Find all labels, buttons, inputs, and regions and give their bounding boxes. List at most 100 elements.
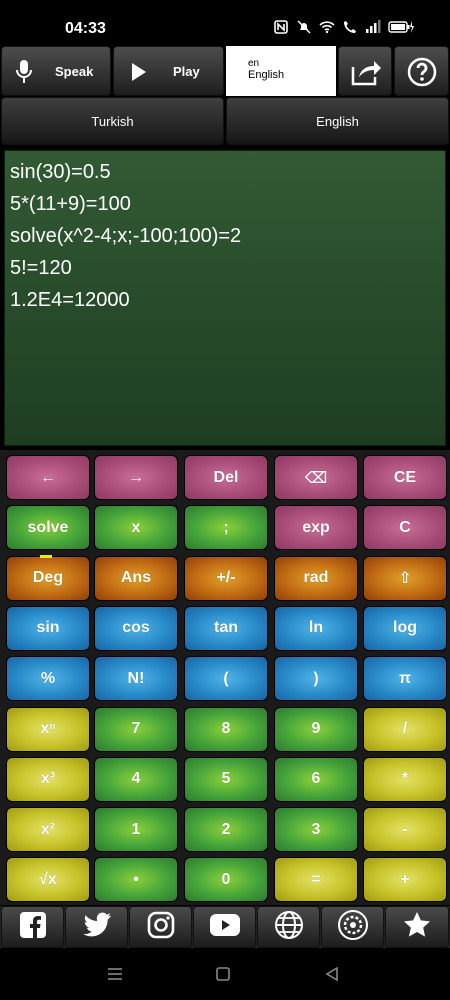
- key-1-3[interactable]: exp: [274, 505, 358, 551]
- key-6-1[interactable]: 4: [94, 756, 178, 802]
- language-selector[interactable]: en English: [226, 46, 336, 96]
- display-line: solve(x^2-4;x;-100;100)=2: [10, 225, 242, 247]
- key-4-4[interactable]: π: [363, 656, 447, 702]
- key-7-4[interactable]: -: [363, 807, 447, 853]
- key-3-3[interactable]: ln: [274, 605, 358, 651]
- key-7-0[interactable]: x²: [6, 807, 90, 853]
- help-button[interactable]: [394, 46, 449, 96]
- display-line: sin(30)=0.5: [10, 161, 111, 183]
- key-6-4[interactable]: *: [363, 756, 447, 802]
- keypad: ← → Del ⌫ CE solve x; exp C Deg Ans +/- rad ⇧ sin cos ta…: [0, 450, 450, 905]
- settings-button[interactable]: [321, 906, 384, 948]
- key-1-4[interactable]: C: [363, 505, 447, 551]
- key-3-1[interactable]: cos: [94, 605, 178, 651]
- top-toolbar: Speak Play en English: [0, 46, 450, 96]
- key-7-3[interactable]: 3: [274, 807, 358, 853]
- key-0-3[interactable]: ⌫: [274, 455, 358, 500]
- recent-apps-icon[interactable]: [105, 964, 125, 984]
- nfc-icon: [273, 20, 289, 34]
- key-2-1[interactable]: Ans: [94, 555, 178, 601]
- instagram-icon: [147, 911, 175, 944]
- play-button[interactable]: Play: [113, 46, 224, 96]
- key-2-3[interactable]: rad: [274, 555, 358, 601]
- display-line: 1.2E4=12000: [10, 289, 130, 311]
- back-icon[interactable]: [322, 964, 342, 984]
- source-language-button[interactable]: Turkish: [1, 97, 224, 145]
- social-bar: [0, 906, 450, 948]
- key-7-2[interactable]: 2: [184, 807, 268, 853]
- key-2-2[interactable]: +/-: [184, 555, 268, 601]
- play-icon: [131, 62, 147, 87]
- display-line: 5!=120: [10, 257, 72, 279]
- key-3-0[interactable]: sin: [6, 605, 90, 651]
- bell-muted-icon: [296, 20, 312, 34]
- key-5-3[interactable]: 9: [274, 706, 358, 752]
- key-4-0[interactable]: %: [6, 656, 90, 702]
- display-line: 5*(11+9)=100: [10, 193, 131, 215]
- globe-icon: [274, 910, 304, 945]
- microphone-icon: [15, 59, 33, 90]
- key-0-0[interactable]: ←: [6, 455, 90, 500]
- play-label: Play: [173, 64, 200, 79]
- degree-mode-indicator: [40, 555, 52, 558]
- key-0-2[interactable]: Del: [184, 455, 268, 500]
- help-icon: [407, 57, 437, 92]
- language-row: Turkish English: [0, 97, 450, 145]
- key-4-1[interactable]: N!: [94, 656, 178, 702]
- key-3-2[interactable]: tan: [184, 605, 268, 651]
- key-7-1[interactable]: 1: [94, 807, 178, 853]
- key-2-0[interactable]: Deg: [6, 555, 90, 601]
- key-8-1[interactable]: •: [94, 857, 178, 903]
- key-5-2[interactable]: 8: [184, 706, 268, 752]
- key-8-4[interactable]: +: [363, 857, 447, 903]
- website-button[interactable]: [257, 906, 320, 948]
- target-language-button[interactable]: English: [226, 97, 449, 145]
- facebook-icon: [19, 911, 47, 944]
- instagram-button[interactable]: [129, 906, 192, 948]
- language-code: en: [248, 58, 260, 69]
- key-6-0[interactable]: x³: [6, 756, 90, 802]
- twitter-button[interactable]: [65, 906, 128, 948]
- key-6-3[interactable]: 6: [274, 756, 358, 802]
- battery-icon: [388, 20, 414, 34]
- star-icon: [403, 911, 431, 944]
- status-time: 04:33: [65, 20, 106, 37]
- key-3-4[interactable]: log: [363, 605, 447, 651]
- speak-label: Speak: [55, 64, 94, 79]
- share-icon: [350, 57, 382, 92]
- home-icon[interactable]: [213, 964, 233, 984]
- key-2-4[interactable]: ⇧: [363, 555, 447, 601]
- settings-gear-icon: [337, 909, 369, 946]
- status-icons: [273, 20, 414, 34]
- status-bar: 04:33: [0, 0, 450, 46]
- source-language-label: Turkish: [91, 114, 134, 129]
- key-8-0[interactable]: √x: [6, 857, 90, 903]
- rate-button[interactable]: [385, 906, 449, 948]
- key-8-3[interactable]: =: [274, 857, 358, 903]
- key-1-0[interactable]: solve: [6, 505, 90, 551]
- key-1-1[interactable]: x: [94, 505, 178, 551]
- calculator-display[interactable]: sin(30)=0.5 5*(11+9)=100 solve(x^2-4;x;-…: [4, 150, 446, 446]
- twitter-icon: [82, 912, 112, 943]
- key-8-2[interactable]: 0: [184, 857, 268, 903]
- signal-icon: [365, 20, 381, 34]
- speak-button[interactable]: Speak: [1, 46, 111, 96]
- system-nav-bar: [0, 948, 450, 1000]
- call-icon: [342, 20, 358, 34]
- wifi-icon: [319, 20, 335, 34]
- youtube-button[interactable]: [193, 906, 256, 948]
- language-name: English: [248, 69, 285, 81]
- key-0-1[interactable]: →: [94, 455, 178, 500]
- target-language-label: English: [316, 114, 359, 129]
- key-5-0[interactable]: xⁿ: [6, 706, 90, 752]
- key-5-4[interactable]: /: [363, 706, 447, 752]
- youtube-icon: [209, 913, 241, 942]
- key-4-3[interactable]: ): [274, 656, 358, 702]
- facebook-button[interactable]: [1, 906, 64, 948]
- key-6-2[interactable]: 5: [184, 756, 268, 802]
- key-4-2[interactable]: (: [184, 656, 268, 702]
- share-button[interactable]: [338, 46, 392, 96]
- key-5-1[interactable]: 7: [94, 706, 178, 752]
- key-0-4[interactable]: CE: [363, 455, 447, 500]
- key-1-2[interactable]: ;: [184, 505, 268, 551]
